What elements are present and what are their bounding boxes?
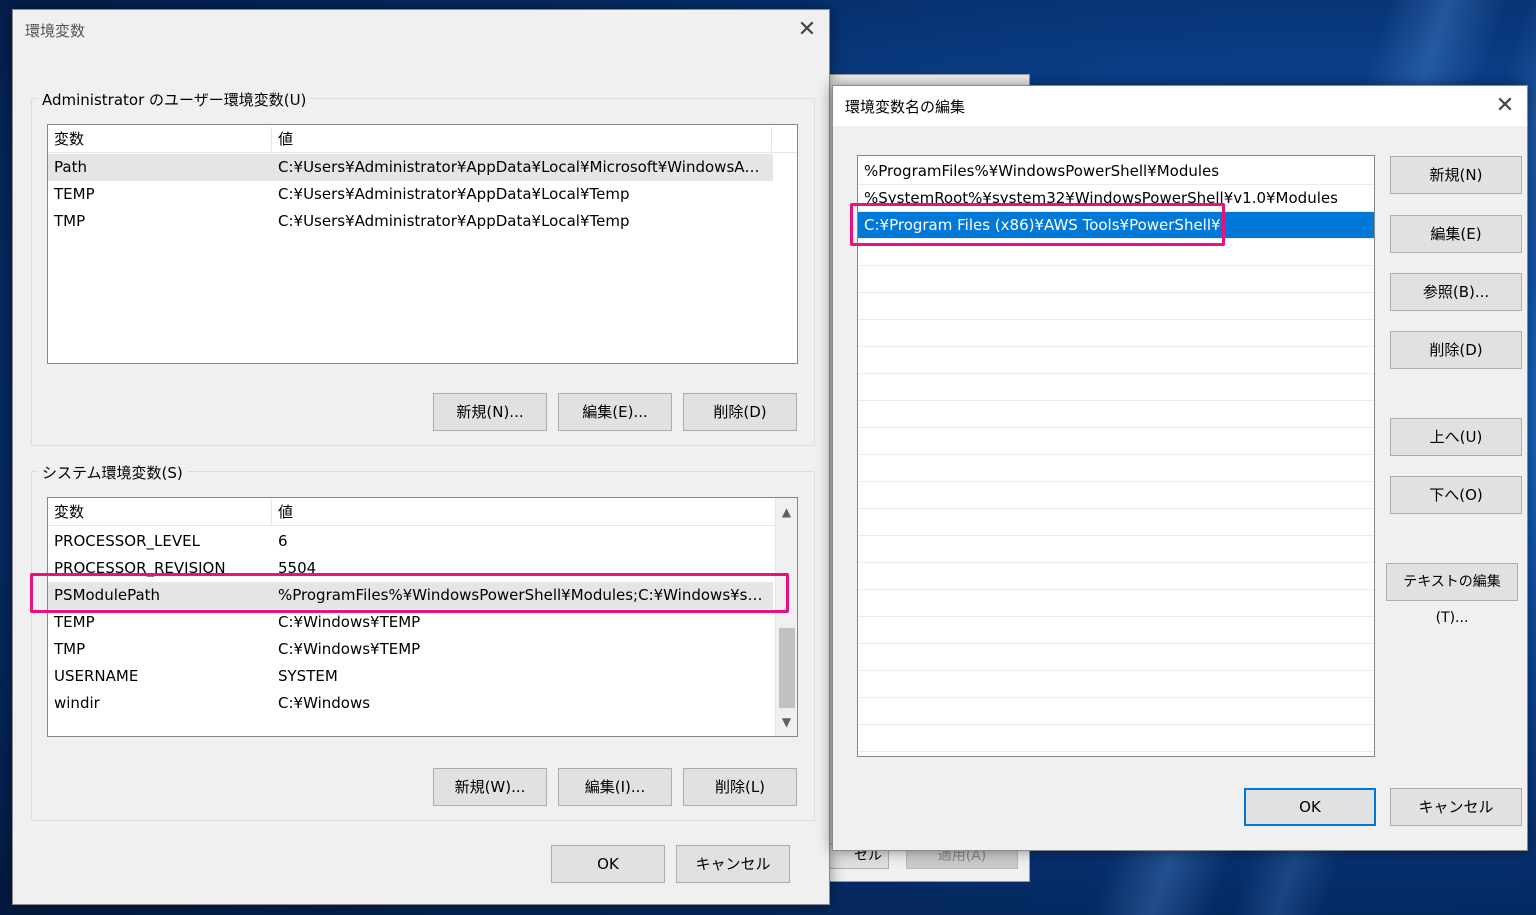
user-variables-list[interactable]: 変数 値 Path C:¥Users¥Administrator¥AppData… xyxy=(47,124,798,364)
variable-name: TMP xyxy=(54,640,86,658)
path-entries-list[interactable]: %ProgramFiles%¥WindowsPowerShell¥Modules… xyxy=(857,155,1375,757)
move-down-button[interactable]: 下へ(O) xyxy=(1390,476,1522,514)
variable-value: C:¥Windows xyxy=(278,694,371,712)
vertical-scrollbar[interactable]: ▲ ▼ xyxy=(775,498,797,736)
list-item[interactable]: PSModulePath %ProgramFiles%¥WindowsPower… xyxy=(48,582,773,609)
scroll-down-icon[interactable]: ▼ xyxy=(776,711,797,733)
scrollbar-thumb[interactable] xyxy=(779,628,795,708)
user-delete-button[interactable]: 削除(D) xyxy=(683,393,797,431)
variable-name: TEMP xyxy=(54,185,95,203)
empty-row[interactable] xyxy=(858,374,1374,401)
empty-row[interactable] xyxy=(858,698,1374,725)
variable-value: C:¥Windows¥TEMP xyxy=(278,640,421,658)
user-edit-button[interactable]: 編集(E)... xyxy=(558,393,672,431)
edit-text-button[interactable]: テキストの編集(T)... xyxy=(1386,563,1518,626)
group-label: Administrator のユーザー環境変数(U) xyxy=(38,89,311,110)
list-item-selected[interactable]: C:¥Program Files (x86)¥AWS Tools¥PowerSh… xyxy=(858,212,1374,239)
variable-value: C:¥Users¥Administrator¥AppData¥Local¥Tem… xyxy=(278,185,630,203)
cancel-button[interactable]: キャンセル xyxy=(676,845,790,883)
variable-value: %ProgramFiles%¥WindowsPowerShell¥Modules… xyxy=(278,586,768,604)
empty-row[interactable] xyxy=(858,563,1374,590)
column-header-value[interactable]: 値 xyxy=(272,125,293,153)
close-icon[interactable]: ✕ xyxy=(791,14,823,46)
variable-name: USERNAME xyxy=(54,667,139,685)
list-item[interactable]: %SystemRoot%¥system32¥WindowsPowerShell¥… xyxy=(858,185,1374,212)
empty-row[interactable] xyxy=(858,239,1374,266)
system-new-button[interactable]: 新規(W)... xyxy=(433,768,547,806)
list-header: 変数 値 xyxy=(48,498,797,526)
variable-value: 6 xyxy=(278,532,288,550)
column-header-variable[interactable]: 変数 xyxy=(48,125,84,153)
system-delete-button[interactable]: 削除(L) xyxy=(683,768,797,806)
ok-button[interactable]: OK xyxy=(551,845,665,883)
variable-name: TMP xyxy=(54,212,86,230)
dialog-title: 環境変数 xyxy=(25,22,86,40)
variable-name: PROCESSOR_LEVEL xyxy=(54,532,200,550)
empty-row[interactable] xyxy=(858,617,1374,644)
list-item[interactable]: PROCESSOR_LEVEL 6 xyxy=(48,528,773,555)
empty-row[interactable] xyxy=(858,266,1374,293)
column-header-variable[interactable]: 変数 xyxy=(48,498,84,526)
variable-value: C:¥Users¥Administrator¥AppData¥Local¥Tem… xyxy=(278,212,630,230)
group-label: システム環境変数(S) xyxy=(38,462,187,483)
empty-row[interactable] xyxy=(858,347,1374,374)
list-item[interactable]: TMP C:¥Windows¥TEMP xyxy=(48,636,773,663)
list-item[interactable]: PROCESSOR_REVISION 5504 xyxy=(48,555,773,582)
column-separator[interactable] xyxy=(771,127,772,151)
list-item[interactable]: TEMP C:¥Windows¥TEMP xyxy=(48,609,773,636)
ok-button[interactable]: OK xyxy=(1244,788,1376,826)
new-entry-button[interactable]: 新規(N) xyxy=(1390,156,1522,194)
column-header-value[interactable]: 値 xyxy=(272,498,293,526)
variable-value: SYSTEM xyxy=(278,667,338,685)
empty-row[interactable] xyxy=(858,320,1374,347)
variable-value: C:¥Users¥Administrator¥AppData¥Local¥Mic… xyxy=(278,158,768,176)
variable-name: windir xyxy=(54,694,100,712)
empty-row[interactable] xyxy=(858,536,1374,563)
delete-entry-button[interactable]: 削除(D) xyxy=(1390,331,1522,369)
user-new-button[interactable]: 新規(N)... xyxy=(433,393,547,431)
variable-value: 5504 xyxy=(278,559,317,577)
edit-environment-variable-dialog: 環境変数名の編集 ✕ %ProgramFiles%¥WindowsPowerSh… xyxy=(832,85,1528,851)
edit-entry-button[interactable]: 編集(E) xyxy=(1390,215,1522,253)
empty-row[interactable] xyxy=(858,725,1374,752)
empty-row[interactable] xyxy=(858,644,1374,671)
titlebar: 環境変数名の編集 ✕ xyxy=(833,86,1527,126)
titlebar: 環境変数 ✕ xyxy=(13,10,829,50)
list-item[interactable]: windir C:¥Windows xyxy=(48,690,773,717)
system-edit-button[interactable]: 編集(I)... xyxy=(558,768,672,806)
user-variables-group: Administrator のユーザー環境変数(U) 変数 値 Path C:¥… xyxy=(31,89,815,446)
move-up-button[interactable]: 上へ(U) xyxy=(1390,418,1522,456)
list-item[interactable]: %ProgramFiles%¥WindowsPowerShell¥Modules xyxy=(858,158,1374,185)
empty-row[interactable] xyxy=(858,293,1374,320)
empty-row[interactable] xyxy=(858,509,1374,536)
cancel-button[interactable]: キャンセル xyxy=(1390,788,1522,826)
list-item[interactable]: TEMP C:¥Users¥Administrator¥AppData¥Loca… xyxy=(48,181,773,208)
list-header: 変数 値 xyxy=(48,125,797,153)
empty-row[interactable] xyxy=(858,455,1374,482)
empty-row[interactable] xyxy=(858,428,1374,455)
list-item[interactable]: Path C:¥Users¥Administrator¥AppData¥Loca… xyxy=(48,154,773,181)
empty-row[interactable] xyxy=(858,401,1374,428)
empty-row[interactable] xyxy=(858,590,1374,617)
system-variables-group: システム環境変数(S) 変数 値 PROCESSOR_LEVEL 6 PROCE… xyxy=(31,462,815,821)
browse-button[interactable]: 参照(B)... xyxy=(1390,273,1522,311)
scroll-up-icon[interactable]: ▲ xyxy=(776,501,797,523)
list-item[interactable]: USERNAME SYSTEM xyxy=(48,663,773,690)
empty-row[interactable] xyxy=(858,671,1374,698)
system-variables-list[interactable]: 変数 値 PROCESSOR_LEVEL 6 PROCESSOR_REVISIO… xyxy=(47,497,798,737)
empty-row[interactable] xyxy=(858,482,1374,509)
variable-name: Path xyxy=(54,158,87,176)
variable-name: PROCESSOR_REVISION xyxy=(54,559,226,577)
environment-variables-dialog: 環境変数 ✕ Administrator のユーザー環境変数(U) 変数 値 P… xyxy=(12,9,830,905)
variable-name: TEMP xyxy=(54,613,95,631)
list-item[interactable]: TMP C:¥Users¥Administrator¥AppData¥Local… xyxy=(48,208,773,235)
dialog-title: 環境変数名の編集 xyxy=(845,98,966,116)
close-icon[interactable]: ✕ xyxy=(1489,90,1521,122)
variable-value: C:¥Windows¥TEMP xyxy=(278,613,421,631)
variable-name: PSModulePath xyxy=(54,586,161,604)
